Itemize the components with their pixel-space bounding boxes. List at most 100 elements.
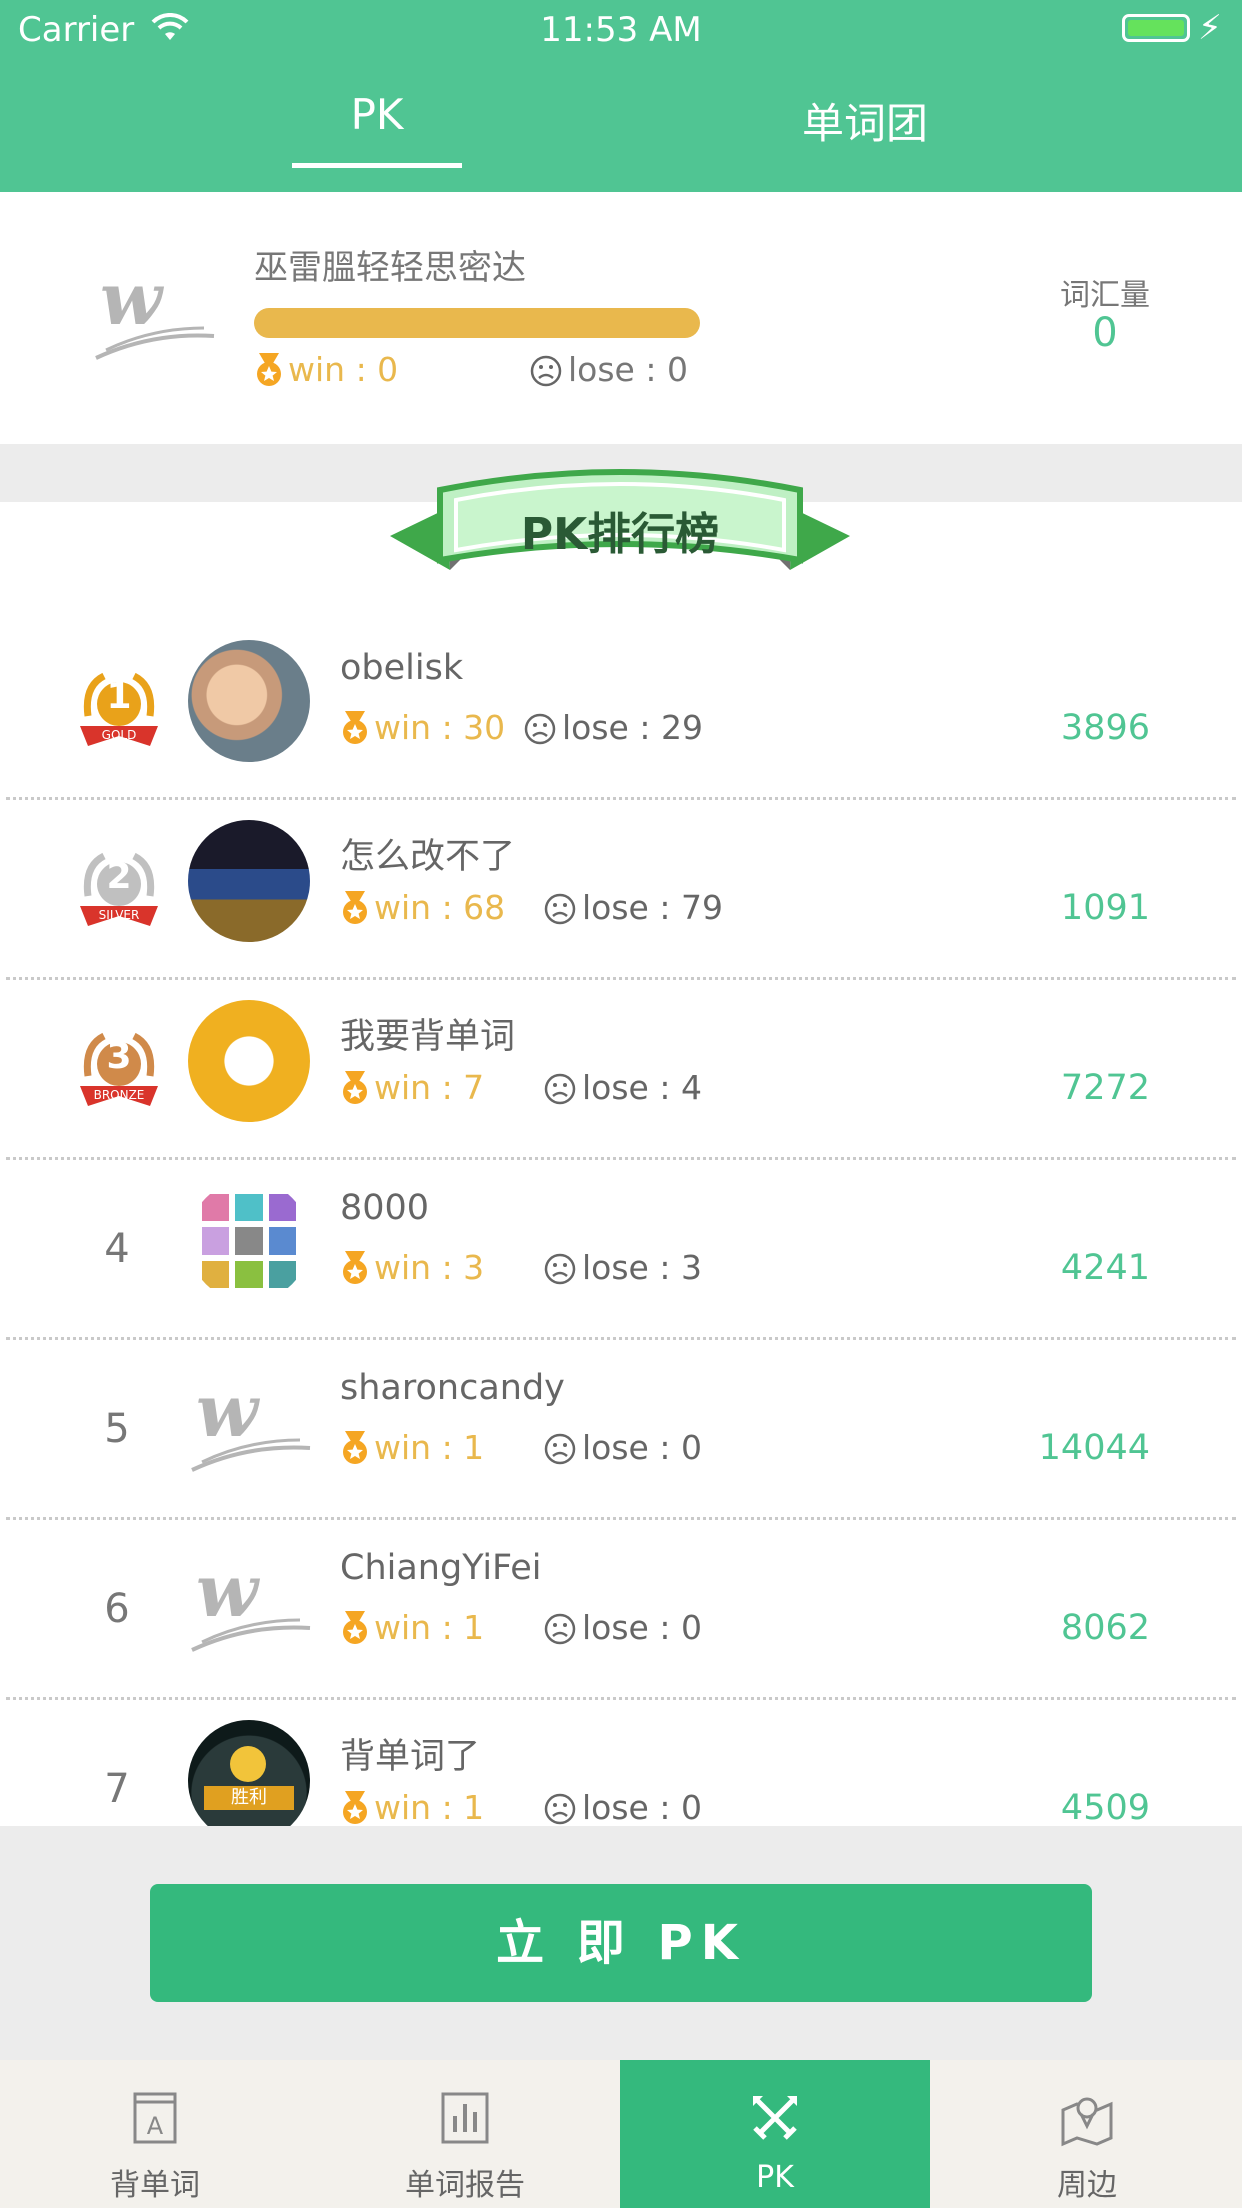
player-win: win : 7 xyxy=(340,1068,484,1113)
medal-icon xyxy=(340,891,370,933)
charging-icon: ⚡ xyxy=(1198,8,1222,48)
my-lose-count: lose : 0 xyxy=(530,350,688,395)
medal-icon xyxy=(340,1071,370,1113)
word-card-icon: A xyxy=(0,2088,310,2148)
start-pk-button[interactable]: 立 即 PK xyxy=(150,1884,1092,2002)
my-profile-card: w 巫雷膃轻轻思密达 win : 0 lose : 0 词汇量 0 xyxy=(0,192,1242,444)
player-win: win : 1 xyxy=(340,1608,484,1653)
tab-pk[interactable]: PK xyxy=(292,90,462,139)
player-name: ChiangYiFei xyxy=(340,1548,542,1588)
leaderboard-row[interactable]: 7 胜利 背单词了 win : 1 lose : 0 4509 xyxy=(0,1700,1242,1826)
rank-number: 6 xyxy=(104,1586,130,1632)
bar-chart-icon xyxy=(310,2088,620,2148)
user-avatar xyxy=(188,1000,310,1122)
default-avatar-icon: w xyxy=(188,1540,311,1662)
nav-item-memorize[interactable]: A 背单词 xyxy=(0,2060,310,2208)
player-lose-text: lose : 0 xyxy=(582,1788,702,1826)
medal-rank-number: 2 xyxy=(106,856,132,897)
sad-face-icon xyxy=(544,1433,576,1473)
map-pin-icon xyxy=(932,2088,1242,2148)
default-avatar-icon: w xyxy=(92,256,216,366)
player-score: 8062 xyxy=(1060,1608,1150,1648)
player-lose: lose : 4 xyxy=(544,1068,702,1113)
rank-medal-icon: 3 BRONZE xyxy=(74,1026,164,1116)
leaderboard-row[interactable]: 6 w ChiangYiFei win : 1 lose : 0 8062 xyxy=(0,1520,1242,1700)
sad-face-icon xyxy=(530,355,562,395)
medal-icon xyxy=(340,1431,370,1473)
clock: 11:53 AM xyxy=(540,10,702,50)
rank-number: 4 xyxy=(104,1226,130,1272)
player-score: 3896 xyxy=(1060,708,1150,748)
leaderboard-row[interactable]: 2 SILVER 怎么改不了 win : 68 lose : 79 1091 xyxy=(0,800,1242,980)
leaderboard-row[interactable]: 5 w sharoncandy win : 1 lose : 0 14044 xyxy=(0,1340,1242,1520)
player-win-text: win : 1 xyxy=(374,1428,485,1467)
user-avatar xyxy=(188,820,310,942)
player-win: win : 30 xyxy=(340,708,505,753)
player-lose-text: lose : 29 xyxy=(562,708,703,747)
medal-rank-number: 1 xyxy=(106,676,132,717)
top-tabs: PK 单词团 xyxy=(0,62,1242,192)
leaderboard-row[interactable]: 1 GOLD obelisk win : 30 lose : 29 3896 xyxy=(0,620,1242,800)
player-lose-text: lose : 3 xyxy=(582,1248,702,1287)
player-name: 8000 xyxy=(340,1188,430,1228)
player-win-text: win : 1 xyxy=(374,1788,485,1826)
victory-ribbon: 胜利 xyxy=(204,1786,294,1810)
player-lose: lose : 29 xyxy=(524,708,703,753)
vocab-value: 0 xyxy=(1092,310,1118,356)
progress-bar xyxy=(254,308,700,338)
player-name: 怎么改不了 xyxy=(340,837,516,877)
medal-icon xyxy=(340,1251,370,1293)
user-avatar xyxy=(188,640,310,762)
app-header: Carrier 11:53 AM ⚡ PK 单词团 xyxy=(0,0,1242,192)
medal-ribbon-text: GOLD xyxy=(101,728,137,742)
user-avatar xyxy=(188,1180,310,1302)
svg-text:A: A xyxy=(147,2112,164,2140)
leaderboard-row[interactable]: 4 8000 win : 3 lose : 3 4241 xyxy=(0,1160,1242,1340)
player-lose: lose : 0 xyxy=(544,1608,702,1653)
player-score: 7272 xyxy=(1060,1068,1150,1108)
player-score: 4241 xyxy=(1060,1248,1150,1288)
pk-button-area: 立 即 PK xyxy=(0,1826,1242,2060)
medal-icon xyxy=(340,711,370,753)
player-win: win : 68 xyxy=(340,888,505,933)
sad-face-icon xyxy=(544,893,576,933)
player-lose: lose : 3 xyxy=(544,1248,702,1293)
player-score: 1091 xyxy=(1060,888,1150,928)
nav-label: 背单词 xyxy=(110,2168,200,2203)
status-bar: Carrier 11:53 AM ⚡ xyxy=(0,0,1242,62)
my-username: 巫雷膃轻轻思密达 xyxy=(254,248,526,288)
medal-ribbon-text: BRONZE xyxy=(93,1088,145,1102)
medal-ribbon-text: SILVER xyxy=(98,908,140,922)
pk-leaderboard: 1 GOLD obelisk win : 30 lose : 29 3896 2 SILVER… xyxy=(0,502,1242,1826)
svg-text:w: w xyxy=(100,262,165,341)
medal-icon xyxy=(340,1791,370,1826)
bottom-nav: A 背单词 单词报告 PK 周边 xyxy=(0,2060,1242,2208)
player-win-text: win : 1 xyxy=(374,1608,485,1647)
medal-icon xyxy=(340,1611,370,1653)
player-name: sharoncandy xyxy=(340,1368,565,1408)
default-avatar-icon: w xyxy=(188,1360,311,1482)
sad-face-icon xyxy=(544,1073,576,1113)
nav-label: 周边 xyxy=(1057,2168,1117,2203)
rank-number: 7 xyxy=(104,1766,130,1812)
svg-text:w: w xyxy=(196,1374,261,1453)
nav-item-pk[interactable]: PK xyxy=(620,2060,930,2208)
player-score: 14044 xyxy=(1038,1428,1150,1468)
svg-text:w: w xyxy=(196,1554,261,1633)
player-name: obelisk xyxy=(340,648,464,688)
nav-label: PK xyxy=(756,2160,794,2195)
sad-face-icon xyxy=(544,1253,576,1293)
player-win-text: win : 30 xyxy=(374,708,506,747)
nav-item-nearby[interactable]: 周边 xyxy=(932,2060,1242,2208)
medal-rank-number: 3 xyxy=(106,1036,132,1077)
player-lose-text: lose : 79 xyxy=(582,888,723,927)
banner-title: PK排行榜 xyxy=(520,509,720,560)
player-lose: lose : 79 xyxy=(544,888,723,933)
nav-item-report[interactable]: 单词报告 xyxy=(310,2060,620,2208)
leaderboard-row[interactable]: 3 BRONZE 我要背单词 win : 7 lose : 4 7272 xyxy=(0,980,1242,1160)
medal-icon xyxy=(254,353,284,395)
vocab-label: 词汇量 xyxy=(1060,278,1150,313)
tab-word-team[interactable]: 单词团 xyxy=(780,90,950,151)
leaderboard-banner: PK排行榜 xyxy=(390,460,850,600)
player-lose-text: lose : 0 xyxy=(582,1428,702,1467)
